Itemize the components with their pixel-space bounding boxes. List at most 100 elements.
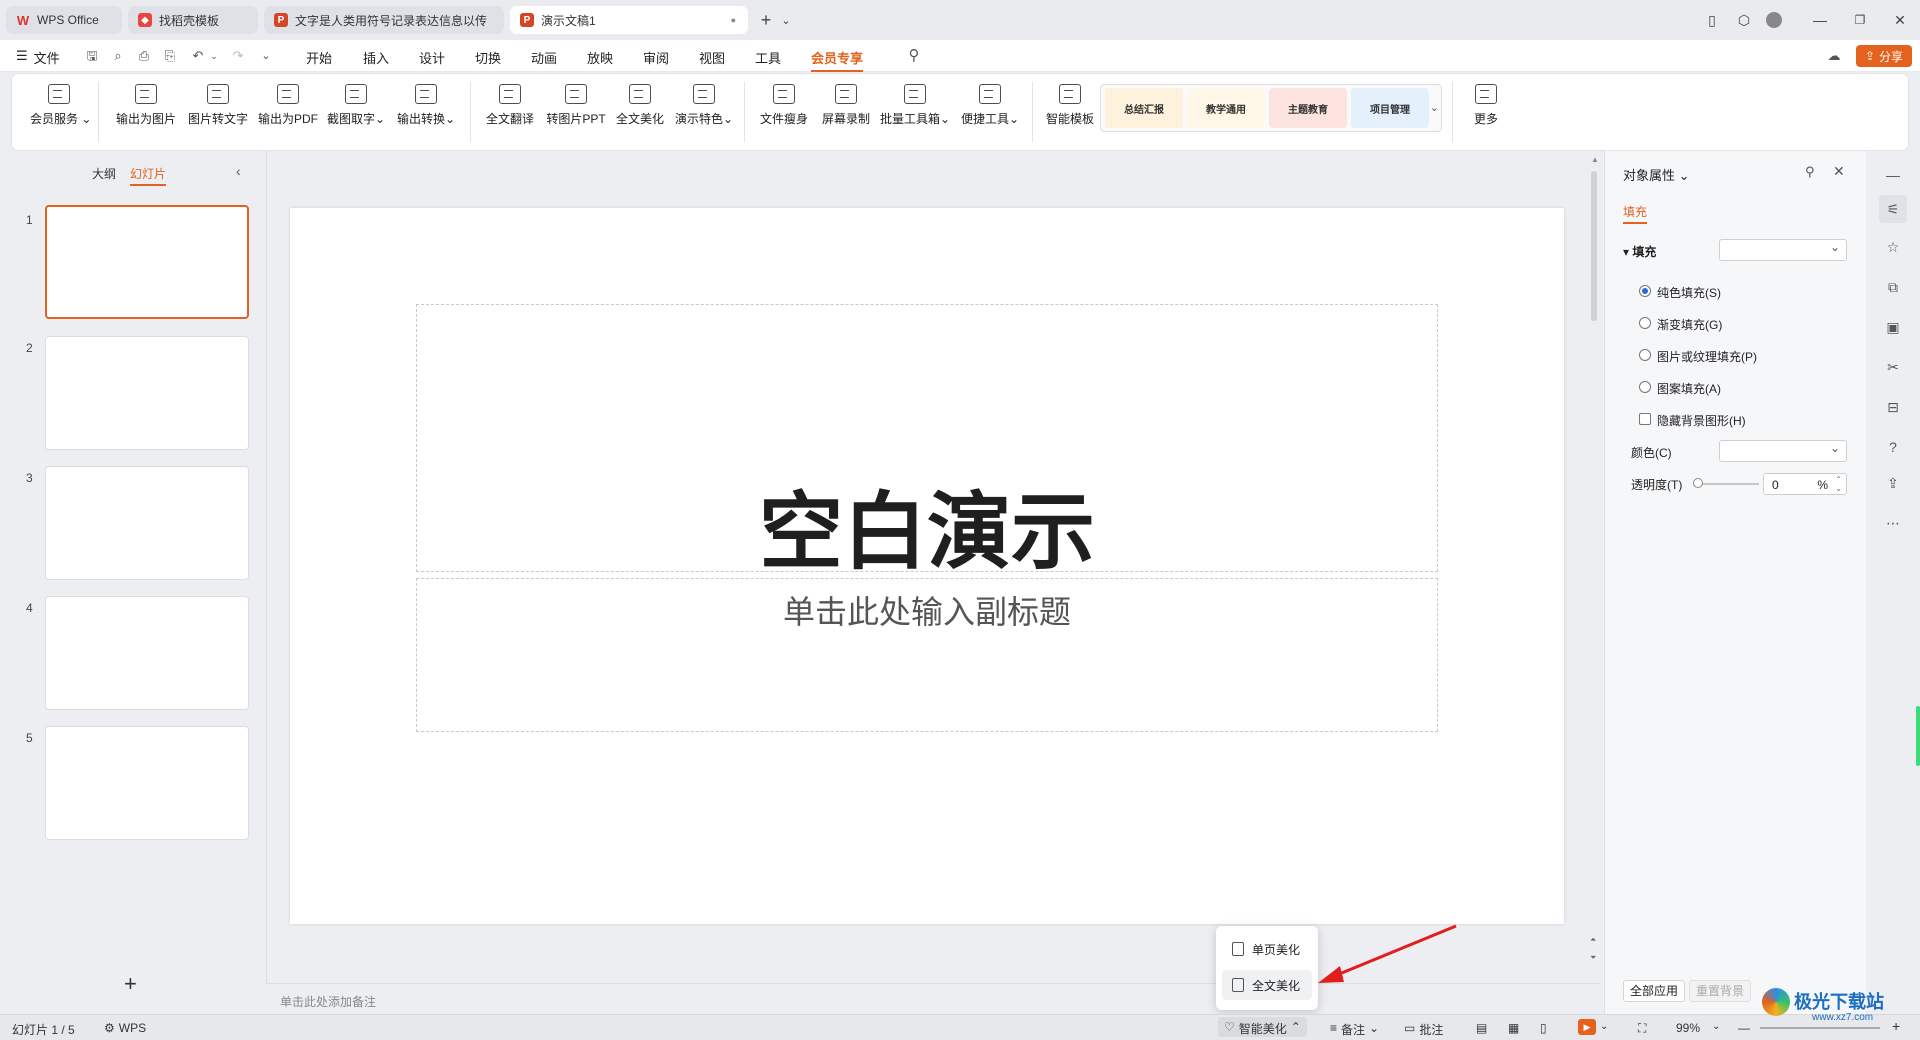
star-icon[interactable]: ☆ xyxy=(1883,237,1903,257)
menu-view[interactable]: 视图 xyxy=(699,48,725,67)
gradient-fill-label[interactable]: 渐变填充(G) xyxy=(1657,316,1722,333)
add-slide-button[interactable]: + xyxy=(124,971,137,997)
reset-background-button[interactable]: 重置背景 xyxy=(1689,980,1752,1002)
ocr-button[interactable]: 截图取字⌄ xyxy=(326,84,386,127)
tab-slides[interactable]: 幻灯片 xyxy=(130,165,167,186)
to-image-ppt-button[interactable]: 转图片PPT xyxy=(546,84,606,127)
screen-record-button[interactable]: 屏幕录制 xyxy=(818,84,874,127)
stepper-icon[interactable]: ⌃ ⌄ xyxy=(1835,475,1842,493)
menu-transition[interactable]: 切换 xyxy=(475,48,501,67)
convert-button[interactable]: 输出转换⌄ xyxy=(396,84,456,127)
restore-icon[interactable]: ❐ xyxy=(1850,10,1870,30)
zoom-dropdown-icon[interactable]: ⌄ xyxy=(1712,1021,1720,1032)
comments-toggle[interactable]: ▭ 批注 xyxy=(1404,1021,1443,1038)
template-project[interactable]: 项目管理 xyxy=(1351,88,1429,128)
image-icon[interactable]: ▣ xyxy=(1883,317,1903,337)
avatar[interactable] xyxy=(1766,12,1782,28)
prev-slide-icon[interactable]: ⏶ xyxy=(1590,935,1596,945)
search-icon[interactable]: ⚲ xyxy=(906,48,922,64)
zoom-out-icon[interactable]: — xyxy=(1738,1021,1750,1035)
export-pdf-button[interactable]: 输出为PDF xyxy=(258,84,318,127)
save-icon[interactable]: 🖫 xyxy=(84,48,100,64)
normal-view-icon[interactable]: ▤ xyxy=(1476,1021,1487,1035)
beautify-all-button[interactable]: 全文美化 xyxy=(612,84,668,127)
minimize-sidebar-icon[interactable]: — xyxy=(1883,165,1903,185)
editor-scrollbar[interactable]: ▲ ⏶ ⏷ xyxy=(1590,155,1599,975)
menu-slideshow[interactable]: 放映 xyxy=(587,48,613,67)
slide-thumbnail-2[interactable] xyxy=(45,336,249,450)
slider-handle[interactable] xyxy=(1693,478,1703,488)
scroll-up-icon[interactable]: ▲ xyxy=(1591,155,1599,164)
image-to-text-button[interactable]: 图片转文字 xyxy=(186,84,250,127)
pin-icon[interactable]: ⚲ xyxy=(1805,164,1815,180)
beautify-all-item[interactable]: 全文美化 xyxy=(1222,970,1312,1000)
book-icon[interactable]: ⊟ xyxy=(1883,397,1903,417)
scroll-thumb[interactable] xyxy=(1591,171,1597,321)
beautify-single-page-item[interactable]: 单页美化 xyxy=(1222,934,1312,964)
slide-subtitle[interactable]: 单击此处输入副标题 xyxy=(417,587,1437,633)
tab-docer[interactable]: ◆ 找稻壳模板 xyxy=(128,6,258,34)
tab-presentation1[interactable]: P 演示文稿1 ● xyxy=(510,6,748,34)
fill-type-dropdown[interactable] xyxy=(1719,239,1847,261)
panel-title[interactable]: 对象属性 ⌄ xyxy=(1623,165,1690,184)
tab-document[interactable]: P 文字是人类用符号记录表达信息以传 xyxy=(264,6,504,34)
menu-design[interactable]: 设计 xyxy=(419,48,445,67)
file-menu[interactable]: ☰ 文件 xyxy=(16,48,60,67)
fit-window-icon[interactable]: ⛶ xyxy=(1638,1021,1646,1036)
subtitle-placeholder[interactable]: 单击此处输入副标题 xyxy=(416,578,1438,732)
gallery-expand-icon[interactable]: ⌄ xyxy=(1430,101,1439,114)
transparency-input[interactable]: 0 % ⌃ ⌄ xyxy=(1763,473,1847,495)
play-dropdown-icon[interactable]: ⌄ xyxy=(1600,1021,1608,1032)
template-summary[interactable]: 总结汇报 xyxy=(1105,88,1183,128)
tab-modified-dot-icon[interactable]: ● xyxy=(731,15,736,25)
menu-animation[interactable]: 动画 xyxy=(531,48,557,67)
properties-icon[interactable]: ⚟ xyxy=(1879,195,1907,223)
undo-dropdown-icon[interactable]: ⌄ xyxy=(206,48,222,64)
menu-insert[interactable]: 插入 xyxy=(363,48,389,67)
help-icon[interactable]: ? xyxy=(1883,437,1903,457)
smart-beautify-button[interactable]: ♡ 智能美化 ⌃ xyxy=(1218,1017,1307,1037)
hide-bg-checkbox[interactable] xyxy=(1639,413,1651,425)
tab-outline[interactable]: 大纲 xyxy=(92,165,116,182)
collapse-panel-icon[interactable]: ‹ xyxy=(236,163,241,179)
more-icon[interactable]: ⋯ xyxy=(1883,513,1903,533)
feature-button[interactable]: 演示特色⌄ xyxy=(672,84,736,127)
menu-vip[interactable]: 会员专享 xyxy=(811,48,864,72)
minimize-icon[interactable]: — xyxy=(1810,10,1830,30)
quick-tools-button[interactable]: 便捷工具⌄ xyxy=(958,84,1022,127)
tab-list-chevron-icon[interactable]: ⌄ xyxy=(776,10,796,30)
cloud-icon[interactable]: ☁ xyxy=(1826,48,1842,64)
vip-service-button[interactable]: 会员服务 ⌄ xyxy=(30,84,91,127)
next-slide-icon[interactable]: ⏷ xyxy=(1590,953,1596,963)
transparency-slider[interactable] xyxy=(1693,478,1759,488)
share-sidebar-icon[interactable]: ⇪ xyxy=(1883,473,1903,493)
color-dropdown[interactable] xyxy=(1719,440,1847,462)
copy-icon[interactable]: ⧉ xyxy=(1883,277,1903,297)
search-doc-icon[interactable]: ⌕ xyxy=(110,48,126,64)
slide-counter[interactable]: 幻灯片 1 / 5 xyxy=(12,1021,75,1038)
new-tab-icon[interactable]: + xyxy=(756,10,776,30)
notes-placeholder[interactable]: 单击此处添加备注 xyxy=(280,993,376,1010)
quick-access-chevron-icon[interactable]: ⌄ xyxy=(258,48,274,64)
hide-bg-label[interactable]: 隐藏背景图形(H) xyxy=(1657,412,1746,429)
picture-fill-label[interactable]: 图片或纹理填充(P) xyxy=(1657,348,1757,365)
print-icon[interactable]: ⎙ xyxy=(136,48,152,64)
play-slideshow-icon[interactable]: ▶ xyxy=(1578,1019,1596,1035)
compress-button[interactable]: 文件瘦身 xyxy=(756,84,812,127)
solid-fill-radio[interactable] xyxy=(1639,285,1651,297)
picture-fill-radio[interactable] xyxy=(1639,349,1651,361)
tab-wps-office[interactable]: W WPS Office xyxy=(6,6,122,34)
slide-canvas[interactable]: 空白演示 单击此处输入副标题 xyxy=(290,208,1564,924)
print-preview-icon[interactable]: ⎘ xyxy=(162,48,178,64)
template-teaching[interactable]: 教学通用 xyxy=(1187,88,1265,128)
translate-button[interactable]: 全文翻译 xyxy=(482,84,538,127)
menu-review[interactable]: 审阅 xyxy=(643,48,669,67)
solid-fill-label[interactable]: 纯色填充(S) xyxy=(1657,284,1721,301)
batch-toolbox-button[interactable]: 批量工具箱⌄ xyxy=(878,84,952,127)
template-theme-education[interactable]: 主题教育 xyxy=(1269,88,1347,128)
layout-icon[interactable]: ▯ xyxy=(1702,10,1722,30)
tab-fill[interactable]: 填充 xyxy=(1623,203,1648,224)
smart-template-button[interactable]: 智能模板 xyxy=(1042,84,1098,127)
menu-start[interactable]: 开始 xyxy=(306,48,332,67)
theme-indicator[interactable]: ⚙ WPS xyxy=(104,1021,146,1035)
